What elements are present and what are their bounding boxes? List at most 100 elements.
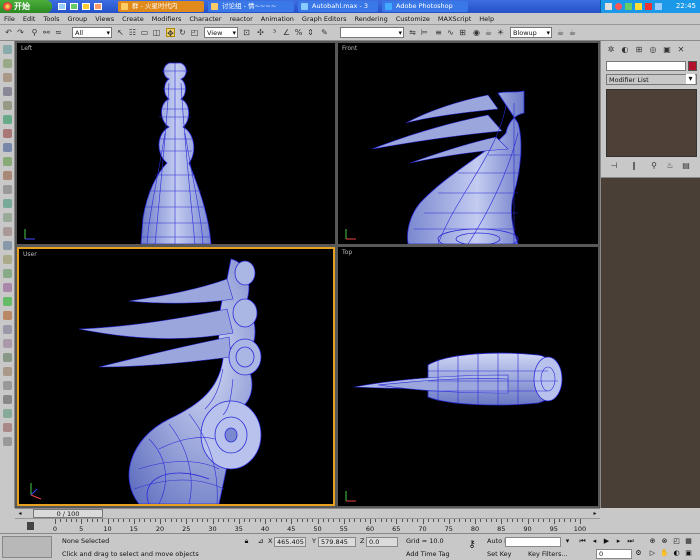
- viewport-label-left[interactable]: Left: [21, 45, 32, 52]
- menu-help[interactable]: Help: [475, 13, 498, 25]
- tray-volume-icon[interactable]: [655, 3, 662, 10]
- key-filters-button[interactable]: Key Filters...: [528, 550, 568, 559]
- next-frame-icon[interactable]: ▸: [592, 510, 598, 517]
- undo-icon[interactable]: ↶: [4, 28, 13, 37]
- menu-create[interactable]: Create: [118, 13, 148, 25]
- tab-tool-icon[interactable]: [3, 101, 12, 110]
- zoom-extents-all-icon[interactable]: ▦: [684, 537, 693, 546]
- align-icon[interactable]: ⊨: [420, 28, 429, 37]
- layer-manager-icon[interactable]: ≡: [434, 28, 443, 37]
- next-key-icon[interactable]: ▸: [614, 537, 623, 546]
- trackbar[interactable]: 0 5 10 15 20 25 30 35 40 45 50 55 60 65 70 75 80 85 90 95 10…: [45, 518, 600, 533]
- tab-tool-icon[interactable]: [3, 311, 12, 320]
- x-coordinate-field[interactable]: 465.405: [274, 537, 306, 547]
- render-type-dropdown[interactable]: Blowup: [510, 27, 552, 38]
- tab-tool-icon[interactable]: [3, 395, 12, 404]
- snaps-toggle-icon[interactable]: ³: [270, 28, 279, 37]
- reference-coordinate-dropdown[interactable]: View: [204, 27, 238, 38]
- remove-modifier-icon[interactable]: ♨: [665, 161, 675, 171]
- task-item-3dsmax[interactable]: Autobahl.max - 3: [298, 1, 378, 12]
- tab-tool-icon[interactable]: [3, 241, 12, 250]
- tab-tool-icon[interactable]: [3, 409, 12, 418]
- menu-file[interactable]: File: [0, 13, 19, 25]
- quick-render-icon[interactable]: ☀: [496, 28, 505, 37]
- unlink-icon[interactable]: ⚯: [42, 28, 51, 37]
- time-slider[interactable]: ◂ 0 / 100 ▸: [15, 508, 600, 518]
- show-end-result-icon[interactable]: ‖: [629, 161, 639, 171]
- current-frame-field[interactable]: 0: [596, 549, 632, 559]
- select-by-name-icon[interactable]: ☷: [128, 28, 137, 37]
- menu-group[interactable]: Group: [64, 13, 92, 25]
- select-and-rotate-icon[interactable]: ↻: [178, 28, 187, 37]
- tray-k-icon[interactable]: [645, 3, 652, 10]
- tab-tool-icon[interactable]: [3, 325, 12, 334]
- spinner-snap-icon[interactable]: ⇕: [306, 28, 315, 37]
- tab-tool-icon[interactable]: [3, 157, 12, 166]
- dropdown-arrow-icon[interactable]: ▾: [563, 537, 572, 546]
- tab-tool-icon[interactable]: [3, 423, 12, 432]
- angle-snap-icon[interactable]: ∠: [282, 28, 291, 37]
- named-selection-dropdown[interactable]: [340, 27, 404, 38]
- pan-icon[interactable]: ✋: [660, 549, 669, 558]
- menu-views[interactable]: Views: [91, 13, 118, 25]
- zoom-icon[interactable]: ⊕: [648, 537, 657, 546]
- modify-tab-icon[interactable]: ◐: [620, 45, 630, 54]
- viewport-label-top[interactable]: Top: [342, 249, 352, 256]
- maximize-viewport-icon[interactable]: ▣: [684, 549, 693, 558]
- tab-tool-icon[interactable]: [3, 45, 12, 54]
- configure-modifier-sets-icon[interactable]: ▤: [681, 161, 691, 171]
- set-key-icon[interactable]: ⚷: [464, 536, 480, 554]
- maxscript-listener-mini[interactable]: [2, 536, 52, 558]
- lock-selection-icon[interactable]: 🔒︎: [242, 537, 251, 546]
- tray-icon[interactable]: [615, 3, 622, 10]
- bind-spacewarp-icon[interactable]: ≈: [54, 28, 63, 37]
- time-configuration-icon[interactable]: ⚙: [634, 549, 643, 558]
- object-color-swatch[interactable]: [688, 61, 697, 71]
- tab-tool-icon[interactable]: [3, 353, 12, 362]
- curve-editor-icon[interactable]: ∿: [446, 28, 455, 37]
- menu-tools[interactable]: Tools: [39, 13, 63, 25]
- zoom-all-icon[interactable]: ⊗: [660, 537, 669, 546]
- tab-tool-icon[interactable]: [3, 255, 12, 264]
- modifier-list-dropdown[interactable]: Modifier List: [606, 74, 697, 85]
- rectangular-selection-icon[interactable]: ▭: [140, 28, 149, 37]
- task-item-discussion[interactable]: 讨论组 - 情~~~~: [208, 1, 294, 12]
- prev-frame-icon[interactable]: ◂: [17, 510, 23, 517]
- go-to-end-icon[interactable]: ⏭: [626, 537, 635, 546]
- select-object-icon[interactable]: ↖: [116, 28, 125, 37]
- activeshade-icon[interactable]: ☕: [568, 28, 577, 37]
- material-editor-icon[interactable]: ◉: [472, 28, 481, 37]
- selected-keys-field[interactable]: [505, 537, 561, 547]
- tab-tool-icon[interactable]: [3, 367, 12, 376]
- select-and-scale-icon[interactable]: ◰: [190, 28, 199, 37]
- utilities-tab-icon[interactable]: ✕: [676, 45, 686, 54]
- viewport-label-user[interactable]: User: [23, 251, 37, 258]
- tab-tool-icon[interactable]: [3, 297, 12, 306]
- add-time-tag[interactable]: Add Time Tag: [406, 550, 450, 559]
- link-icon[interactable]: ⚲: [30, 28, 39, 37]
- mirror-icon[interactable]: ⇋: [408, 28, 417, 37]
- tab-tool-icon[interactable]: [3, 199, 12, 208]
- tab-tool-icon[interactable]: [3, 171, 12, 180]
- menu-graph-editors[interactable]: Graph Editors: [298, 13, 351, 25]
- modifier-stack[interactable]: [606, 89, 697, 157]
- menu-customize[interactable]: Customize: [392, 13, 434, 25]
- menu-character[interactable]: Character: [185, 13, 225, 25]
- start-button[interactable]: 开始: [0, 0, 52, 13]
- display-tab-icon[interactable]: ▣: [662, 45, 672, 54]
- pivot-center-icon[interactable]: ⊡: [242, 28, 251, 37]
- create-tab-icon[interactable]: ✲: [606, 45, 616, 54]
- tab-tool-icon[interactable]: [3, 129, 12, 138]
- tab-tool-icon[interactable]: [3, 87, 12, 96]
- play-icon[interactable]: ▶: [602, 537, 611, 546]
- mini-curve-editor-icon[interactable]: [27, 522, 34, 530]
- motion-tab-icon[interactable]: ◎: [648, 45, 658, 54]
- menu-reactor[interactable]: reactor: [225, 13, 256, 25]
- tray-icon[interactable]: [605, 3, 612, 10]
- tray-icon[interactable]: [635, 3, 642, 10]
- tab-tool-icon[interactable]: [3, 115, 12, 124]
- task-item-qq-group[interactable]: 群 - 火星时代内: [118, 1, 204, 12]
- make-unique-icon[interactable]: ⚲: [649, 161, 659, 171]
- tab-tool-icon[interactable]: [3, 143, 12, 152]
- go-to-start-icon[interactable]: ⏮: [578, 537, 587, 546]
